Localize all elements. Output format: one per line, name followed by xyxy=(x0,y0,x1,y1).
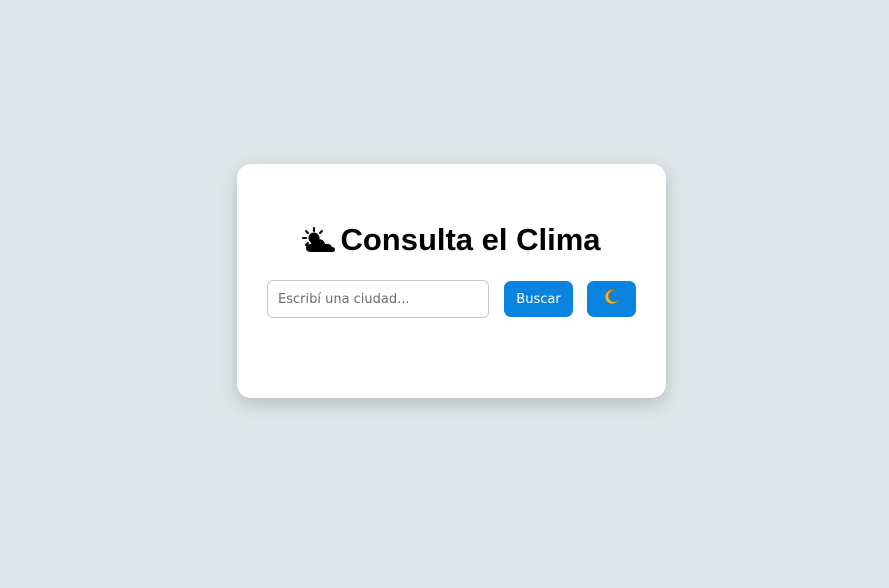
city-search-input[interactable] xyxy=(267,280,489,318)
sun-behind-cloud-icon xyxy=(302,224,336,264)
theme-toggle-button[interactable] xyxy=(587,281,636,317)
crescent-moon-icon xyxy=(604,289,620,309)
search-button[interactable]: Buscar xyxy=(504,281,573,317)
page-title-text: Consulta el Clima xyxy=(340,222,601,257)
weather-card: Consulta el Clima Buscar xyxy=(237,164,666,398)
page-title: Consulta el Clima xyxy=(237,220,666,264)
